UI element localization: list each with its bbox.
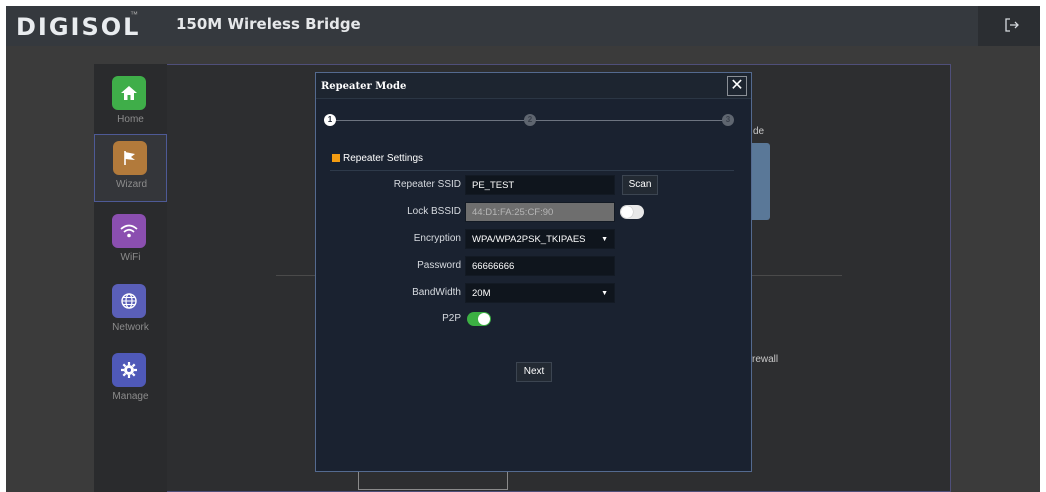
repeater-ssid-row: Repeater SSID PE_TEST Scan bbox=[316, 175, 751, 195]
globe-icon bbox=[121, 293, 137, 309]
divider bbox=[752, 275, 842, 276]
top-header: DIGISOL ™ 150M Wireless Bridge bbox=[6, 6, 1040, 46]
bandwidth-label: BandWidth bbox=[412, 287, 461, 298]
wifi-tile bbox=[112, 214, 146, 248]
sidebar-item-label: Network bbox=[112, 322, 149, 333]
password-row: Password 66666666 bbox=[316, 256, 751, 276]
section-divider bbox=[330, 170, 734, 171]
home-icon bbox=[121, 86, 137, 100]
p2p-row: P2P bbox=[316, 309, 751, 329]
dialog-header: Repeater Mode ✕ bbox=[316, 73, 751, 99]
repeater-ssid-input[interactable]: PE_TEST bbox=[465, 175, 615, 195]
bandwidth-select[interactable]: 20M ▼ bbox=[465, 283, 615, 303]
dropdown-arrow-icon: ▼ bbox=[601, 290, 608, 297]
p2p-label: P2P bbox=[442, 313, 461, 324]
step-1: 1 bbox=[324, 114, 336, 126]
encryption-row: Encryption WPA/WPA2PSK_TKIPAES ▼ bbox=[316, 229, 751, 249]
sidebar-item-label: WiFi bbox=[120, 252, 141, 263]
encryption-value: WPA/WPA2PSK_TKIPAES bbox=[472, 234, 586, 245]
sidebar-item-home[interactable]: Home bbox=[94, 70, 167, 138]
sidebar-item-wizard[interactable]: Wizard bbox=[94, 134, 167, 202]
wizard-tile bbox=[113, 141, 147, 175]
section-title: Repeater Settings bbox=[343, 153, 424, 164]
sidebar-item-manage[interactable]: Manage bbox=[94, 347, 167, 415]
wifi-icon bbox=[120, 224, 138, 238]
step-2: 2 bbox=[524, 114, 536, 126]
sidebar-item-wifi[interactable]: WiFi bbox=[94, 208, 167, 276]
dialog-title: Repeater Mode bbox=[321, 81, 407, 92]
repeater-ssid-label: Repeater SSID bbox=[393, 179, 461, 190]
password-input[interactable]: 66666666 bbox=[465, 256, 615, 276]
mode-label-fragment: de bbox=[753, 126, 765, 137]
dropdown-arrow-icon: ▼ bbox=[601, 236, 608, 243]
lock-bssid-label: Lock BSSID bbox=[407, 206, 461, 217]
section-marker bbox=[332, 154, 340, 162]
wizard-stepper: 1 2 3 bbox=[324, 114, 734, 128]
logout-icon[interactable] bbox=[1004, 17, 1020, 33]
brand-logo: DIGISOL bbox=[16, 13, 141, 41]
password-label: Password bbox=[417, 260, 461, 271]
divider bbox=[276, 275, 316, 276]
close-button[interactable]: ✕ bbox=[727, 76, 747, 96]
firewall-label-fragment: rewall bbox=[752, 354, 779, 365]
encryption-label: Encryption bbox=[413, 233, 461, 244]
logout-area[interactable] bbox=[978, 6, 1040, 46]
lock-bssid-row: Lock BSSID 44:D1:FA:25:CF:90 bbox=[316, 202, 751, 222]
home-tile bbox=[112, 76, 146, 110]
scan-button[interactable]: Scan bbox=[622, 175, 658, 195]
close-icon: ✕ bbox=[730, 77, 744, 94]
lock-bssid-input: 44:D1:FA:25:CF:90 bbox=[465, 202, 615, 222]
sidebar-item-label: Wizard bbox=[115, 179, 148, 190]
bandwidth-value: 20M bbox=[472, 288, 491, 299]
manage-tile bbox=[112, 353, 146, 387]
network-tile bbox=[112, 284, 146, 318]
step-3: 3 bbox=[722, 114, 734, 126]
section-header: Repeater Settings bbox=[332, 153, 423, 164]
bandwidth-row: BandWidth 20M ▼ bbox=[316, 283, 751, 303]
lock-bssid-toggle[interactable] bbox=[620, 205, 644, 219]
repeater-mode-dialog: Repeater Mode ✕ 1 2 3 Repeater Settings … bbox=[315, 72, 752, 472]
toggle-knob bbox=[621, 206, 633, 218]
p2p-toggle[interactable] bbox=[467, 312, 491, 326]
gear-icon bbox=[121, 362, 137, 378]
sidebar-item-network[interactable]: Network bbox=[94, 278, 167, 346]
mode-card-fragment[interactable] bbox=[750, 143, 770, 220]
encryption-select[interactable]: WPA/WPA2PSK_TKIPAES ▼ bbox=[465, 229, 615, 249]
flag-icon bbox=[124, 151, 135, 165]
sidebar-nav: Home Wizard WiFi Network Manage bbox=[94, 64, 167, 492]
product-title: 150M Wireless Bridge bbox=[176, 15, 361, 33]
toggle-knob bbox=[478, 313, 490, 325]
sidebar-item-label: Manage bbox=[112, 391, 149, 402]
sidebar-item-label: Home bbox=[117, 114, 144, 125]
next-button[interactable]: Next bbox=[516, 362, 552, 382]
app-window: DIGISOL ™ 150M Wireless Bridge Home Wiza… bbox=[6, 6, 1040, 492]
trademark-mark: ™ bbox=[130, 10, 138, 19]
